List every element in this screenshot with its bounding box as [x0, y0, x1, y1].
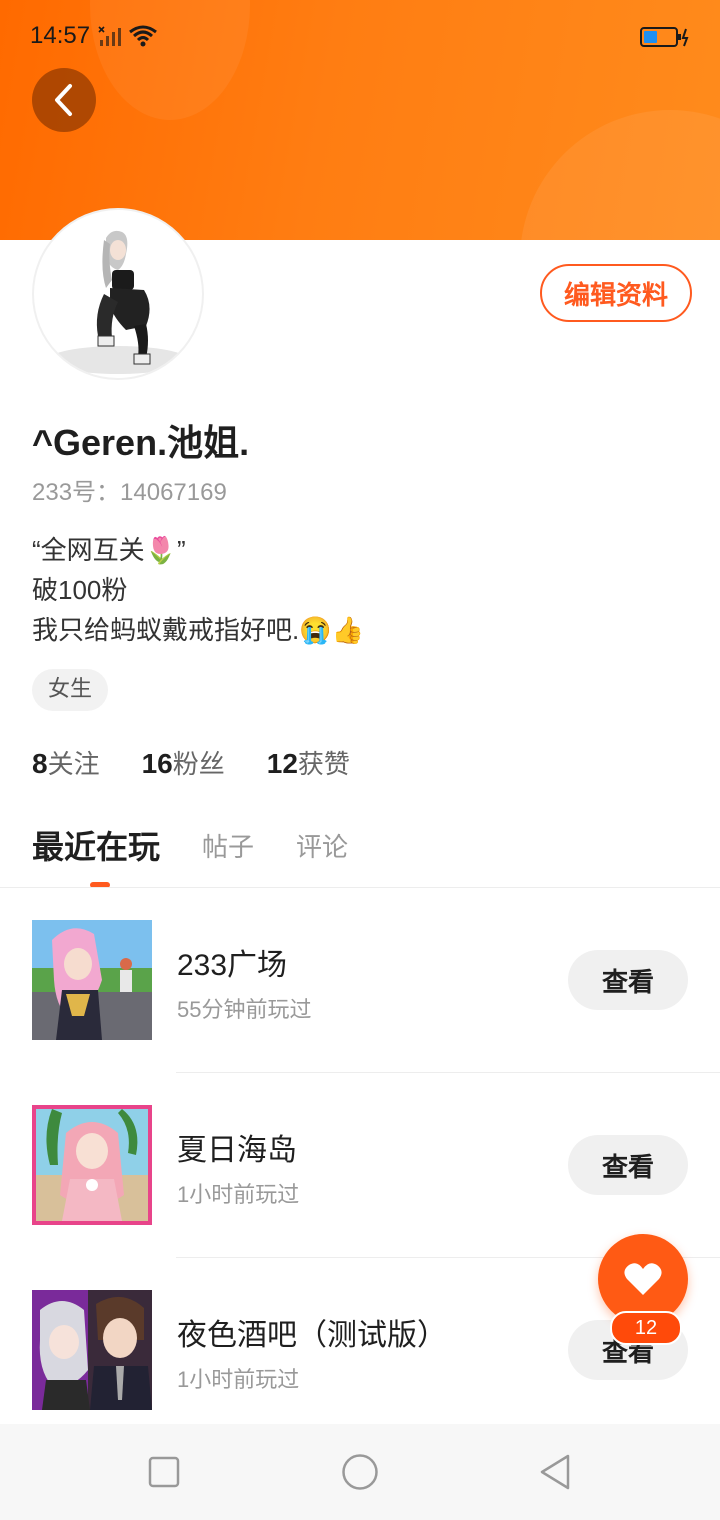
game-thumbnail — [32, 1290, 152, 1410]
status-bar: 14:57 — [0, 0, 720, 72]
tab-recently-played[interactable]: 最近在玩 — [32, 822, 161, 888]
tab-label: 帖子 — [202, 832, 255, 862]
view-button[interactable]: 查看 — [568, 950, 688, 1010]
bio-line: “全网互关🌷” — [32, 535, 186, 565]
stat-following[interactable]: 8关注 — [32, 744, 100, 781]
stat-count: 12 — [266, 748, 298, 779]
favorite-count-badge: 12 — [610, 1311, 682, 1345]
stat-count: 8 — [32, 748, 48, 779]
back-nav-icon[interactable] — [538, 1453, 572, 1491]
stat-label: 粉丝 — [172, 749, 225, 779]
home-icon[interactable] — [341, 1453, 379, 1491]
stat-label: 获赞 — [297, 749, 350, 779]
game-title: 233广场 — [177, 949, 288, 982]
profile-header-banner: 14:57 — [0, 0, 720, 240]
game-thumbnail — [32, 1105, 152, 1225]
stat-likes[interactable]: 12获赞 — [267, 744, 350, 781]
stat-label: 关注 — [47, 749, 100, 779]
tab-posts[interactable]: 帖子 — [202, 827, 254, 882]
tab-label: 最近在玩 — [32, 829, 161, 865]
back-button[interactable] — [32, 68, 96, 132]
bio: “全网互关🌷” 破100粉 我只给蚂蚁戴戒指好吧.😭👍 — [32, 530, 364, 650]
banner-decoration — [520, 110, 720, 240]
profile-stats: 8关注 16粉丝 12获赞 — [32, 744, 392, 781]
wifi-icon — [129, 25, 157, 47]
user-id: 233号：14067169 — [32, 479, 227, 506]
bio-line: 我只给蚂蚁戴戒指好吧.😭👍 — [32, 615, 364, 645]
system-navigation-bar — [0, 1424, 720, 1520]
username: ^Geren.池姐. — [32, 422, 250, 463]
profile-tabs: 最近在玩 帖子 评论 — [32, 822, 390, 888]
divider — [0, 887, 720, 888]
avatar[interactable] — [34, 210, 202, 378]
battery-icon — [640, 27, 689, 47]
edit-profile-button[interactable]: 编辑资料 — [540, 264, 692, 322]
game-title: 夜色酒吧（测试版） — [177, 1319, 447, 1352]
game-last-played: 1小时前玩过 — [177, 1182, 300, 1207]
chevron-left-icon — [55, 84, 72, 116]
view-button[interactable]: 查看 — [568, 1135, 688, 1195]
list-item[interactable]: 233广场 55分钟前玩过 查看 — [0, 920, 720, 1105]
gender-tag: 女生 — [32, 669, 109, 711]
tab-label: 评论 — [296, 832, 349, 862]
game-last-played: 1小时前玩过 — [177, 1367, 300, 1392]
heart-icon — [624, 1263, 662, 1295]
signal-icon — [98, 26, 121, 46]
recent-apps-icon[interactable] — [148, 1456, 180, 1488]
bio-line: 破100粉 — [32, 575, 128, 605]
game-last-played: 55分钟前玩过 — [177, 997, 312, 1022]
tab-comments[interactable]: 评论 — [296, 827, 348, 882]
divider — [176, 1072, 720, 1073]
stat-count: 16 — [141, 748, 173, 779]
game-title: 夏日海岛 — [177, 1134, 297, 1167]
status-time: 14:57 — [30, 22, 91, 49]
game-thumbnail — [32, 920, 152, 1040]
stat-followers[interactable]: 16粉丝 — [142, 744, 225, 781]
avatar-character-illustration — [48, 230, 188, 374]
